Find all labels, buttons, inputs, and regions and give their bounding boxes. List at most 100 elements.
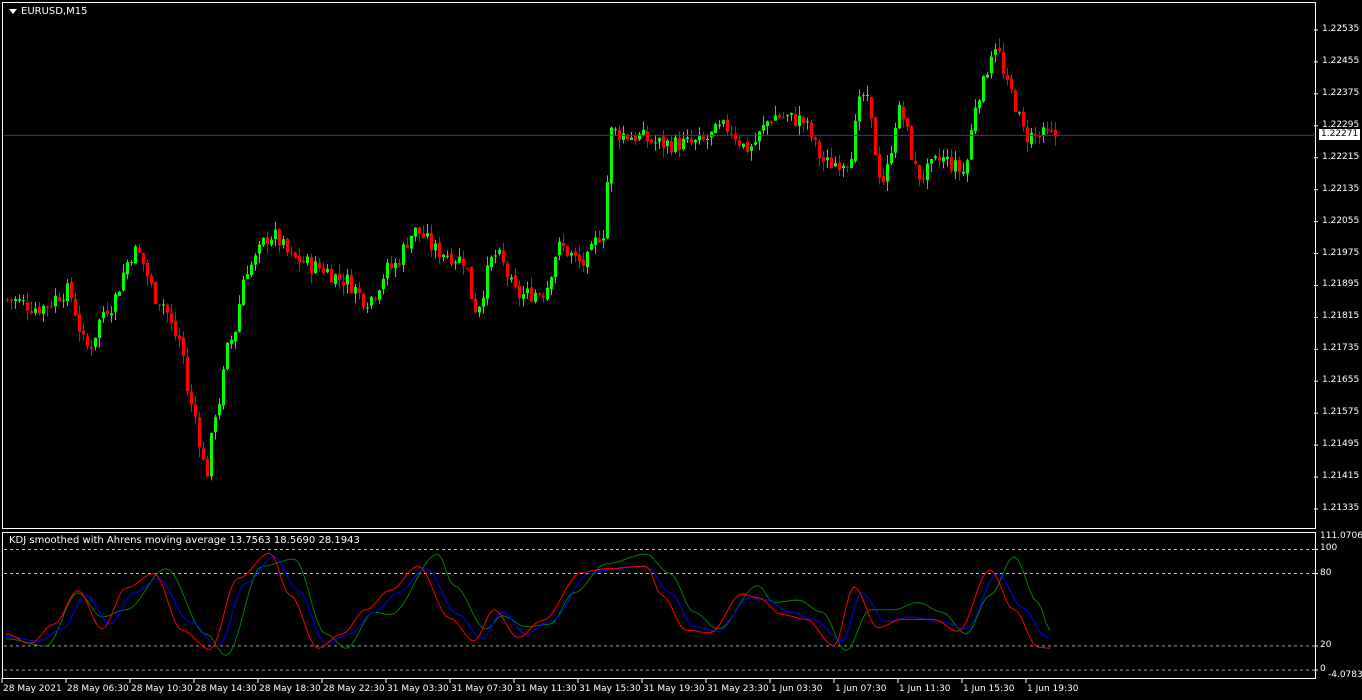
candle-body	[794, 113, 797, 127]
candle-body	[678, 138, 681, 151]
candle-body	[130, 262, 133, 264]
candle-body	[538, 293, 541, 295]
candle-body	[90, 346, 93, 349]
candle-body	[378, 290, 381, 300]
candle-body	[694, 140, 697, 143]
candle-body	[654, 142, 657, 144]
candle-body	[722, 120, 725, 124]
candle-body	[798, 115, 801, 127]
candle-body	[458, 256, 461, 263]
candle-body	[50, 305, 53, 307]
candle-body	[814, 137, 817, 140]
candle-body	[994, 49, 997, 55]
candle-body	[190, 391, 193, 405]
chart-window[interactable]: EURUSD,M15 KDJ smoothed with Ahrens movi…	[0, 0, 1362, 700]
candle-body	[110, 313, 113, 316]
candle-body	[750, 146, 753, 151]
candle-body	[874, 117, 877, 156]
candle-body	[674, 137, 677, 152]
candle-body	[210, 432, 213, 477]
candle-body	[350, 275, 353, 294]
time-axis-label: 31 May 23:30	[707, 684, 769, 694]
candle-body	[510, 277, 513, 280]
candle-body	[406, 244, 409, 248]
candle-body	[354, 287, 357, 294]
candle-body	[266, 237, 269, 245]
time-axis-label: 28 May 22:30	[323, 684, 385, 694]
candle-body	[198, 417, 201, 448]
time-axis-label: 1 Jun 15:30	[963, 684, 1015, 694]
candle-body	[882, 176, 885, 183]
candle-body	[422, 233, 425, 238]
candle-body	[102, 312, 105, 319]
candle-body	[978, 100, 981, 109]
price-axis-label: 1.22295	[1322, 119, 1360, 130]
candle-body	[1038, 135, 1041, 137]
candle-body	[318, 262, 321, 269]
candle-body	[1018, 112, 1021, 114]
candle-body	[534, 293, 537, 302]
candle-body	[822, 156, 825, 162]
chart-canvas	[1, 29, 1318, 683]
candle-body	[402, 244, 405, 265]
candle-body	[946, 156, 949, 159]
time-axis-label: 1 Jun 07:30	[835, 684, 887, 694]
candle-body	[322, 268, 325, 273]
candle-body	[70, 281, 73, 298]
candle-body	[554, 257, 557, 278]
candle-body	[338, 273, 341, 280]
price-axis-label: 1.21735	[1322, 343, 1360, 354]
candle-body	[58, 296, 61, 301]
candle-body	[666, 140, 669, 147]
candle-body	[942, 157, 945, 162]
candle-body	[222, 369, 225, 406]
price-axis-label: 1.21575	[1322, 407, 1360, 418]
candle-body	[642, 129, 645, 136]
price-axis-label: 1.21895	[1322, 279, 1360, 290]
candle-body	[718, 124, 721, 127]
candle-body	[790, 112, 793, 115]
indicator-level-label: 20	[1320, 639, 1332, 650]
candle-body	[126, 262, 129, 275]
candle-body	[382, 278, 385, 290]
candle-body	[138, 247, 141, 253]
candle-body	[862, 95, 865, 97]
candle-body	[590, 243, 593, 250]
candle-body	[526, 288, 529, 294]
candle-body	[954, 160, 957, 172]
candle-body	[542, 295, 545, 298]
candle-body	[154, 282, 157, 304]
candle-body	[186, 357, 189, 392]
candle-body	[374, 298, 377, 300]
candle-body	[162, 304, 165, 306]
candle-body	[298, 255, 301, 263]
candle-body	[774, 115, 777, 121]
candle-body	[106, 310, 109, 315]
candle-body	[746, 141, 749, 152]
candle-body	[670, 141, 673, 153]
time-axis-label: 28 May 10:30	[131, 684, 193, 694]
candle-body	[78, 313, 81, 333]
candle-body	[94, 337, 97, 347]
candle-body	[226, 342, 229, 370]
candle-body	[250, 264, 253, 276]
candle-body	[62, 300, 65, 302]
candle-body	[82, 330, 85, 335]
candle-body	[1030, 132, 1033, 145]
candle-body	[902, 106, 905, 120]
candle-body	[802, 117, 805, 124]
price-axis-label: 1.22375	[1322, 87, 1360, 98]
candle-body	[454, 262, 457, 264]
candle-body	[894, 128, 897, 153]
candle-body	[26, 302, 29, 311]
price-axis-label: 1.22535	[1322, 23, 1360, 34]
candle-body	[10, 299, 13, 301]
price-axis-label: 1.22055	[1322, 215, 1360, 226]
candle-body	[310, 257, 313, 274]
candle-body	[370, 296, 373, 306]
candle-body	[898, 104, 901, 129]
time-axis-label: 28 May 06:30	[67, 684, 129, 694]
indicator-min-label: -4.0783	[1328, 670, 1362, 680]
candle-body	[754, 142, 757, 145]
candle-body	[686, 137, 689, 139]
